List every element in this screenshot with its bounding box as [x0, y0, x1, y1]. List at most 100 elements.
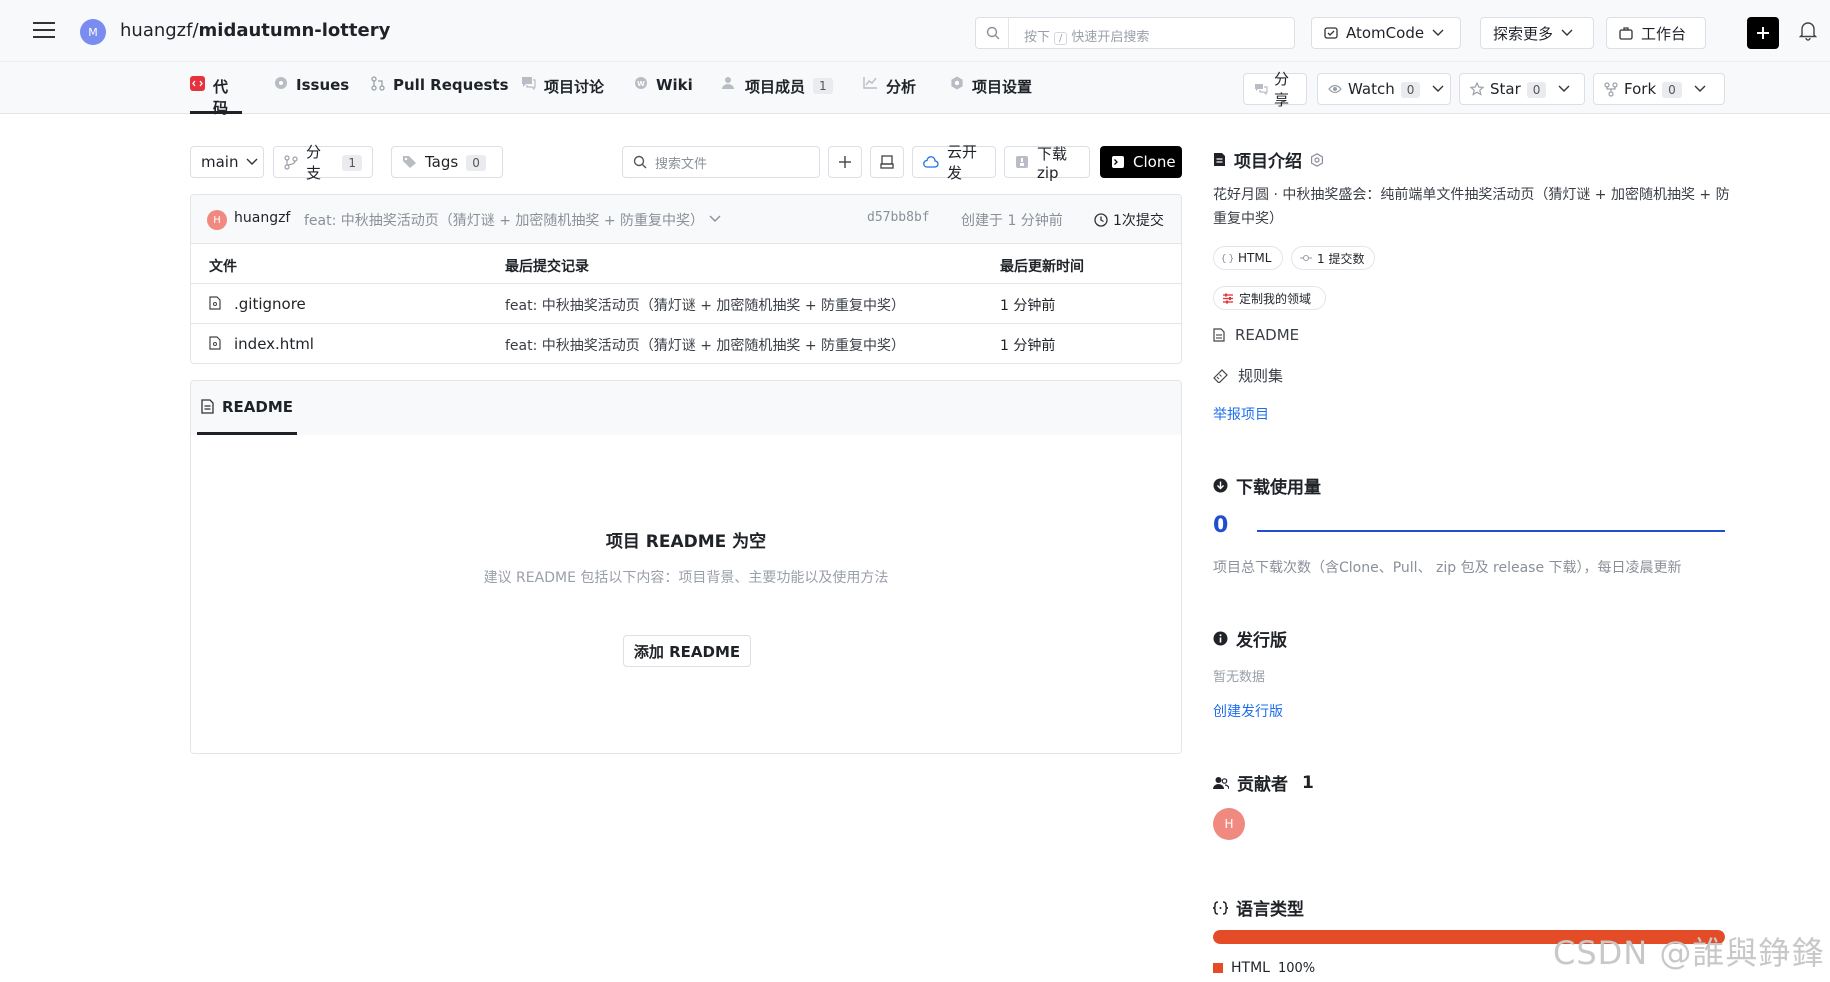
download-icon — [1213, 478, 1228, 493]
discussion-icon — [521, 76, 536, 90]
plus-icon — [838, 155, 852, 169]
releases-empty: 暂无数据 — [1213, 670, 1266, 685]
tab-discussions[interactable]: 项目讨论 — [521, 76, 604, 114]
info-icon — [1213, 631, 1228, 646]
create-new-button[interactable] — [1747, 17, 1779, 49]
languages-heading: 语言类型 — [1213, 895, 1304, 920]
repo-owner[interactable]: huangzf/ — [120, 20, 199, 41]
branches-button[interactable]: 分支 1 — [273, 143, 373, 182]
language-percent: 100% — [1277, 960, 1316, 976]
cloud-dev-button[interactable]: 云开发 — [912, 143, 996, 182]
watch-count-badge: 0 — [1400, 82, 1421, 98]
rules-link[interactable]: 规则集 — [1213, 365, 1283, 386]
repo-avatar[interactable]: M — [80, 19, 106, 45]
members-icon — [722, 76, 737, 90]
search-icon — [986, 26, 1000, 40]
eye-icon — [1328, 83, 1342, 95]
language-name: HTML — [1231, 960, 1270, 976]
global-search-input[interactable]: 按下 / 快速开启搜索 — [975, 17, 1295, 49]
commit-count-chip[interactable]: 1 提交数 — [1291, 246, 1375, 270]
share-button[interactable]: 分享 — [1243, 70, 1307, 109]
commit-author[interactable]: huangzf — [234, 210, 290, 226]
explore-more-button[interactable]: 探索更多 — [1480, 17, 1594, 49]
chevron-down-icon — [246, 158, 258, 166]
file-commit-message[interactable]: feat: 中秋抽奖活动页（猜灯谜 + 加密随机抽奖 + 防重复中奖） — [505, 295, 905, 315]
customize-domain-chip[interactable]: 定制我的领域 — [1213, 286, 1326, 310]
members-count-badge: 1 — [813, 78, 833, 94]
file-name[interactable]: .gitignore — [234, 295, 306, 313]
tab-analytics[interactable]: 分析 — [863, 76, 916, 114]
repo-title[interactable]: huangzf/midautumn-lottery — [120, 20, 390, 41]
workbench-button[interactable]: 工作台 — [1606, 17, 1706, 49]
readme-panel: README 项目 README 为空 建议 README 包括以下内容：项目背… — [190, 380, 1182, 754]
clock-icon — [1094, 213, 1108, 227]
create-release-link[interactable]: 创建发行版 — [1213, 701, 1283, 721]
download-zip-button[interactable]: 下载zip — [1004, 145, 1090, 182]
search-icon — [633, 155, 647, 169]
tab-members[interactable]: 项目成员 1 — [722, 76, 833, 114]
star-button[interactable]: Star 0 — [1459, 73, 1585, 105]
briefcase-icon — [1619, 26, 1633, 40]
commit-hash[interactable]: d57bb8bf — [867, 210, 930, 225]
chevron-down-icon — [1432, 29, 1444, 37]
commit-icon — [1300, 253, 1312, 263]
file-icon — [209, 296, 221, 310]
repo-name[interactable]: midautumn-lottery — [199, 20, 391, 41]
tab-code[interactable]: 代码 — [190, 76, 242, 117]
table-row[interactable]: .gitignore feat: 中秋抽奖活动页（猜灯谜 + 加密随机抽奖 + … — [191, 284, 1181, 324]
chevron-down-icon[interactable] — [709, 215, 721, 223]
tab-settings[interactable]: 项目设置 — [950, 76, 1032, 114]
table-row[interactable]: index.html feat: 中秋抽奖活动页（猜灯谜 + 加密随机抽奖 + … — [191, 324, 1181, 363]
file-name[interactable]: index.html — [234, 335, 314, 353]
readme-empty-title: 项目 README 为空 — [605, 532, 767, 552]
readme-tab[interactable]: README — [197, 381, 297, 435]
contributors-count: 1 — [1302, 772, 1314, 793]
commit-message[interactable]: feat: 中秋抽奖活动页（猜灯谜 + 加密随机抽奖 + 防重复中奖） — [304, 210, 704, 230]
watch-button[interactable]: Watch 0 — [1317, 73, 1451, 105]
notification-bell-icon[interactable] — [1799, 21, 1817, 41]
branch-select[interactable]: main — [190, 146, 264, 178]
file-commit-message[interactable]: feat: 中秋抽奖活动页（猜灯谜 + 加密随机抽奖 + 防重复中奖） — [505, 335, 905, 355]
file-updated-time: 1 分钟前 — [1000, 338, 1056, 354]
search-hint: 按下 / 快速开启搜索 — [1024, 30, 1150, 45]
commit-author-avatar[interactable]: H — [207, 210, 227, 230]
pull-request-icon — [371, 76, 385, 91]
tab-issues[interactable]: Issues — [274, 76, 349, 114]
code-brackets-icon — [1213, 900, 1228, 915]
chevron-down-icon — [1561, 29, 1573, 37]
fork-icon — [1604, 81, 1618, 97]
tags-button[interactable]: Tags 0 — [391, 146, 503, 178]
downloads-heading: 下载使用量 — [1213, 473, 1321, 498]
report-project-link[interactable]: 举报项目 — [1213, 404, 1269, 424]
add-file-button[interactable] — [828, 146, 862, 178]
atomcode-button[interactable]: AtomCode — [1311, 17, 1461, 49]
contributor-avatar[interactable]: H — [1213, 808, 1245, 840]
history-button[interactable] — [870, 146, 904, 178]
tab-pull-requests[interactable]: Pull Requests — [371, 76, 509, 114]
code-icon — [190, 76, 205, 91]
star-count-badge: 0 — [1526, 82, 1547, 98]
tab-wiki[interactable]: W Wiki — [634, 76, 693, 114]
clone-button[interactable]: Clone — [1100, 146, 1182, 178]
language-chip[interactable]: HTML — [1213, 246, 1283, 270]
commit-count[interactable]: 1次提交 — [1094, 210, 1164, 230]
top-header: M huangzf/midautumn-lottery 按下 / 快速开启搜索 At… — [0, 0, 1830, 62]
plus-icon — [1756, 26, 1770, 40]
intro-heading: 项目介绍 — [1213, 147, 1324, 172]
gear-icon — [950, 76, 964, 90]
latest-commit-bar: H huangzf feat: 中秋抽奖活动页（猜灯谜 + 加密随机抽奖 + 防… — [191, 195, 1181, 244]
settings-icon[interactable] — [1310, 152, 1324, 167]
users-icon — [1213, 776, 1229, 790]
tag-icon — [402, 155, 417, 169]
fork-button[interactable]: Fork 0 — [1593, 73, 1725, 105]
contributors-heading: 贡献者 1 — [1213, 770, 1314, 795]
language-legend: HTML 100% — [1213, 960, 1315, 976]
file-search-input[interactable]: 搜索文件 — [622, 146, 820, 178]
readme-link[interactable]: README — [1213, 326, 1299, 344]
file-icon — [209, 336, 221, 350]
wiki-icon: W — [634, 76, 648, 90]
hamburger-menu-icon[interactable] — [32, 20, 56, 40]
sliders-icon — [1222, 293, 1234, 304]
search-divider — [1008, 18, 1009, 48]
add-readme-button[interactable]: 添加 README — [623, 635, 751, 667]
